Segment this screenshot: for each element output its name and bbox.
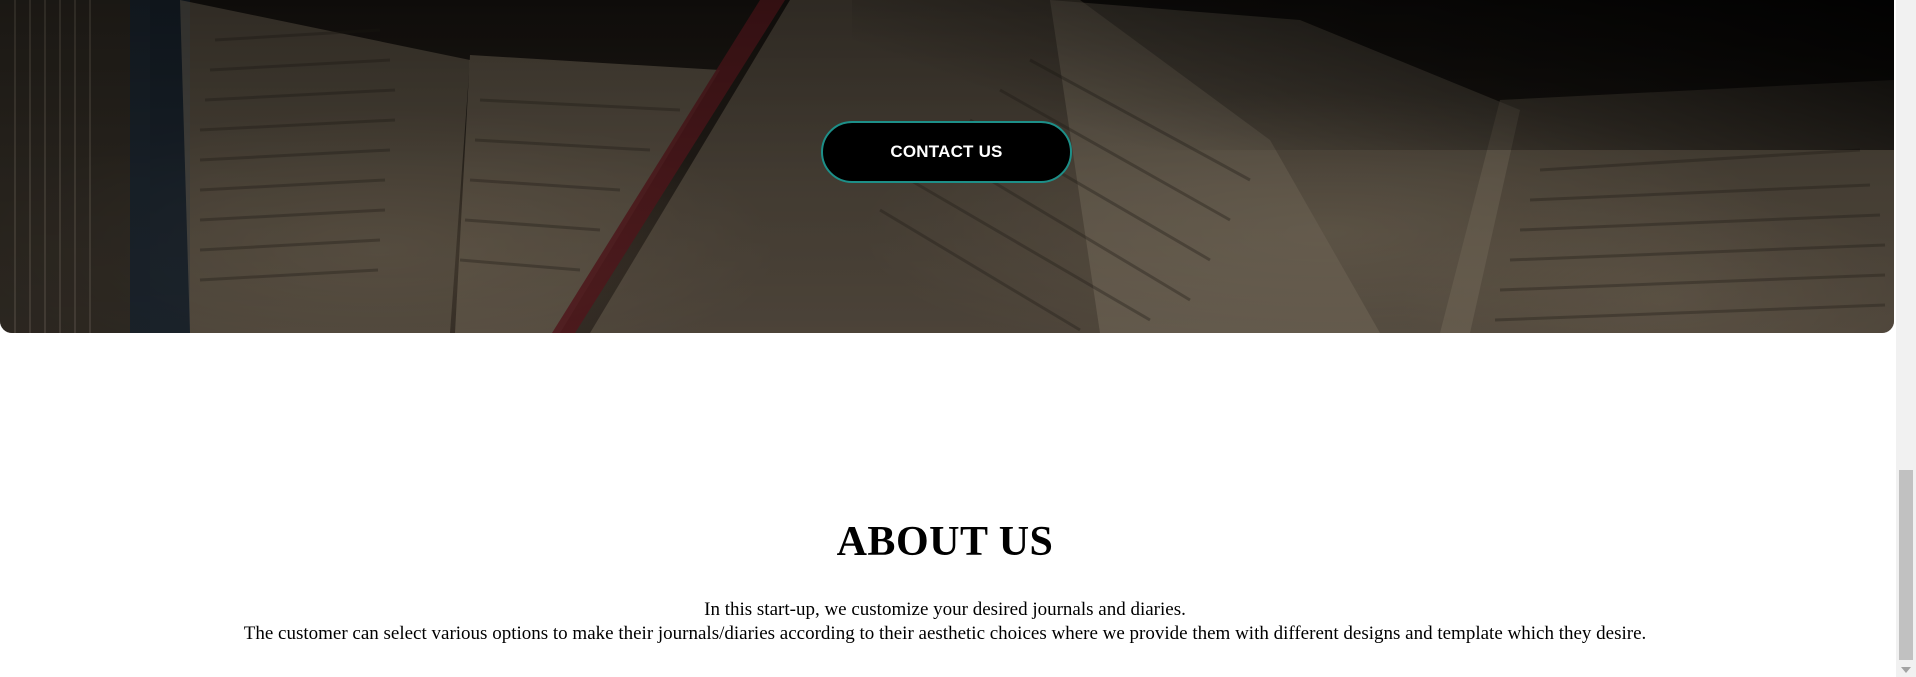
about-line-1: In this start-up, we customize your desi…: [704, 599, 1186, 620]
chevron-down-icon[interactable]: [1901, 667, 1911, 673]
hero-banner: CONTACT US: [0, 0, 1894, 333]
scrollbar-thumb[interactable]: [1899, 470, 1913, 660]
contact-us-button[interactable]: CONTACT US: [821, 121, 1072, 183]
about-us-description: In this start-up, we customize your desi…: [0, 598, 1890, 646]
about-line-2: The customer can select various options …: [243, 623, 1647, 644]
about-us-heading: ABOUT US: [836, 519, 1054, 565]
vertical-scrollbar[interactable]: [1896, 0, 1916, 677]
